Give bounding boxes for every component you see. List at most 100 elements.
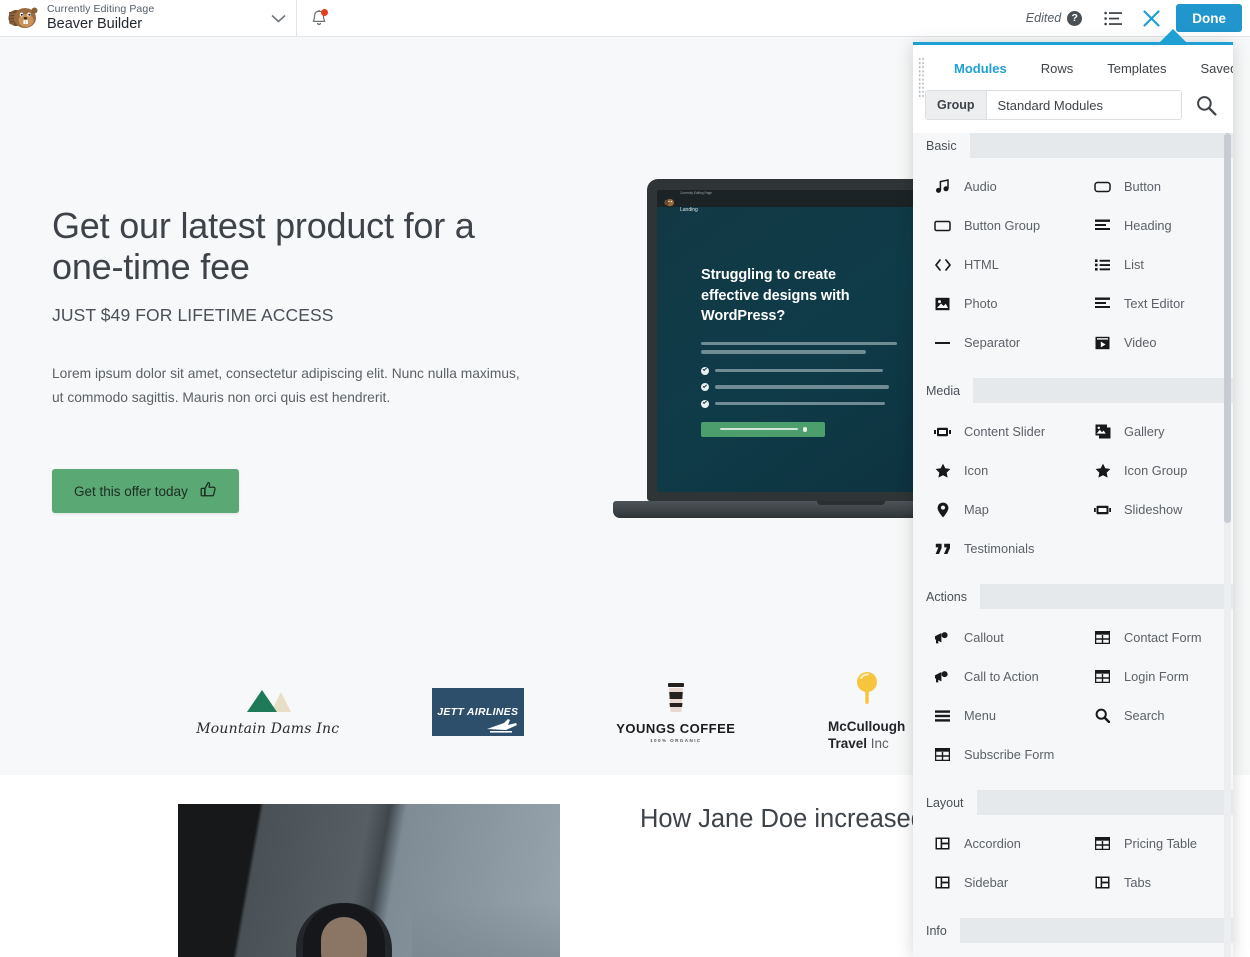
help-circle-icon[interactable]: ? — [1067, 10, 1083, 26]
chevron-down-icon[interactable] — [1174, 102, 1182, 109]
drag-grip-icon[interactable] — [918, 57, 925, 99]
module-pricing-table[interactable]: Pricing Table — [1073, 824, 1233, 863]
module-call-to-action[interactable]: Call to Action — [913, 657, 1073, 696]
tab-modules[interactable]: Modules — [937, 55, 1024, 86]
module-subscribe-form[interactable]: Subscribe Form — [913, 735, 1073, 774]
table-grid-icon — [1094, 631, 1111, 644]
module-search[interactable]: Search — [1073, 696, 1233, 735]
module-list[interactable]: List — [1073, 245, 1233, 284]
tab-templates[interactable]: Templates — [1090, 55, 1183, 86]
hero-cta-button[interactable]: Get this offer today — [52, 469, 239, 513]
module-label: Icon — [964, 463, 989, 478]
panel-tabs: Modules Rows Templates Saved — [913, 45, 1233, 86]
section-title: Actions — [913, 584, 980, 609]
code-brackets-icon — [934, 258, 951, 271]
laptop-screen-heading: Struggling to create effective designs w… — [701, 267, 850, 325]
section-title: Info — [913, 918, 960, 943]
module-label: Pricing Table — [1124, 836, 1198, 851]
panel-header: Modules Rows Templates Saved Group — [913, 45, 1233, 133]
tab-rows[interactable]: Rows — [1024, 55, 1091, 86]
module-audio[interactable]: Audio — [913, 167, 1073, 206]
module-label: Testimonials — [964, 541, 1035, 556]
star-icon — [934, 463, 951, 478]
module-html[interactable]: HTML — [913, 245, 1073, 284]
module-label: Gallery — [1124, 424, 1165, 439]
module-button-group[interactable]: Button Group — [913, 206, 1073, 245]
bullet-list-icon — [1094, 258, 1111, 271]
section-header-layout: Layout — [913, 790, 1233, 815]
module-map[interactable]: Map — [913, 490, 1073, 529]
text-lines-icon — [1094, 297, 1111, 310]
group-value-input[interactable] — [986, 91, 1174, 119]
hero-subheading: JUST $49 FOR LIFETIME ACCESS — [52, 305, 334, 326]
panel-filter-bar: Group — [913, 86, 1233, 133]
section-items-media: Content Slider Gallery Icon Icon Group M… — [913, 403, 1233, 584]
module-callout[interactable]: Callout — [913, 618, 1073, 657]
module-label: Map — [964, 502, 989, 517]
beaver-logo-icon — [8, 5, 38, 31]
module-sidebar[interactable]: Sidebar — [913, 863, 1073, 902]
laptop-bar-subtitle: Currently Editing Page — [680, 190, 712, 195]
megaphone-icon — [934, 670, 951, 684]
module-video[interactable]: Video — [1073, 323, 1233, 362]
tab-saved[interactable]: Saved — [1184, 55, 1234, 86]
airplane-icon: JETT AIRLINES — [431, 688, 524, 736]
panel-pointer-arrow — [1160, 29, 1186, 42]
star-icon — [1094, 463, 1111, 478]
section-header-info: Info — [913, 918, 1233, 943]
module-accordion[interactable]: Accordion — [913, 824, 1073, 863]
module-label: Heading — [1124, 218, 1172, 233]
button-rect-icon — [1094, 181, 1111, 193]
heading-lines-icon — [1094, 219, 1111, 232]
module-testimonials[interactable]: Testimonials — [913, 529, 1073, 568]
module-icon-group[interactable]: Icon Group — [1073, 451, 1233, 490]
logo-item: Mountain Dams Inc — [196, 687, 339, 737]
check-icon — [701, 366, 709, 375]
module-label: Slideshow — [1124, 502, 1183, 517]
check-icon — [701, 383, 709, 392]
panel-scrollbar-thumb[interactable] — [1224, 133, 1231, 523]
layout-blocks-icon — [934, 837, 951, 850]
layout-blocks-icon — [1094, 876, 1111, 889]
map-pin-icon — [934, 502, 951, 518]
search-icon — [1094, 708, 1111, 723]
notification-bell-icon[interactable] — [297, 0, 341, 37]
module-icon[interactable]: Icon — [913, 451, 1073, 490]
thumbs-up-icon — [200, 481, 217, 501]
module-content-slider[interactable]: Content Slider — [913, 412, 1073, 451]
section-items-info — [913, 943, 1233, 957]
logo-tagline: 100% ORGANIC — [650, 737, 702, 743]
module-label: Photo — [964, 296, 998, 311]
section-title: Layout — [913, 790, 977, 815]
search-icon[interactable] — [1182, 95, 1221, 116]
module-label: Audio — [964, 179, 997, 194]
person-face — [321, 917, 367, 957]
section-items-actions: Callout Contact Form Call to Action Logi… — [913, 609, 1233, 790]
laptop-cta-button — [701, 421, 825, 437]
edited-status: Edited ? — [1026, 10, 1094, 26]
module-menu[interactable]: Menu — [913, 696, 1073, 735]
module-button[interactable]: Button — [1073, 167, 1233, 206]
brand-block[interactable]: Currently Editing Page Beaver Builder — [0, 0, 164, 37]
brand-chevron-down-icon[interactable] — [260, 0, 296, 37]
module-contact-form[interactable]: Contact Form — [1073, 618, 1233, 657]
module-tabs[interactable]: Tabs — [1073, 863, 1233, 902]
module-separator[interactable]: Separator — [913, 323, 1073, 362]
module-slideshow[interactable]: Slideshow — [1073, 490, 1233, 529]
group-select[interactable]: Group — [925, 90, 1182, 120]
editing-context-label: Currently Editing Page — [47, 3, 155, 16]
module-login-form[interactable]: Login Form — [1073, 657, 1233, 696]
panel-module-list[interactable]: Basic Audio Button Button Group Heading … — [913, 133, 1233, 957]
module-photo[interactable]: Photo — [913, 284, 1073, 323]
module-label: Login Form — [1124, 669, 1189, 684]
hero-cta-label: Get this offer today — [74, 483, 188, 499]
module-gallery[interactable]: Gallery — [1073, 412, 1233, 451]
admin-bar: Currently Editing Page Beaver Builder Ed… — [0, 0, 1250, 37]
module-heading[interactable]: Heading — [1073, 206, 1233, 245]
table-grid-icon — [934, 748, 951, 761]
outline-list-icon[interactable] — [1094, 0, 1132, 37]
module-text-editor[interactable]: Text Editor — [1073, 284, 1233, 323]
done-button[interactable]: Done — [1176, 4, 1242, 32]
cityscape-backdrop — [412, 901, 560, 957]
group-button[interactable]: Group — [926, 91, 987, 119]
